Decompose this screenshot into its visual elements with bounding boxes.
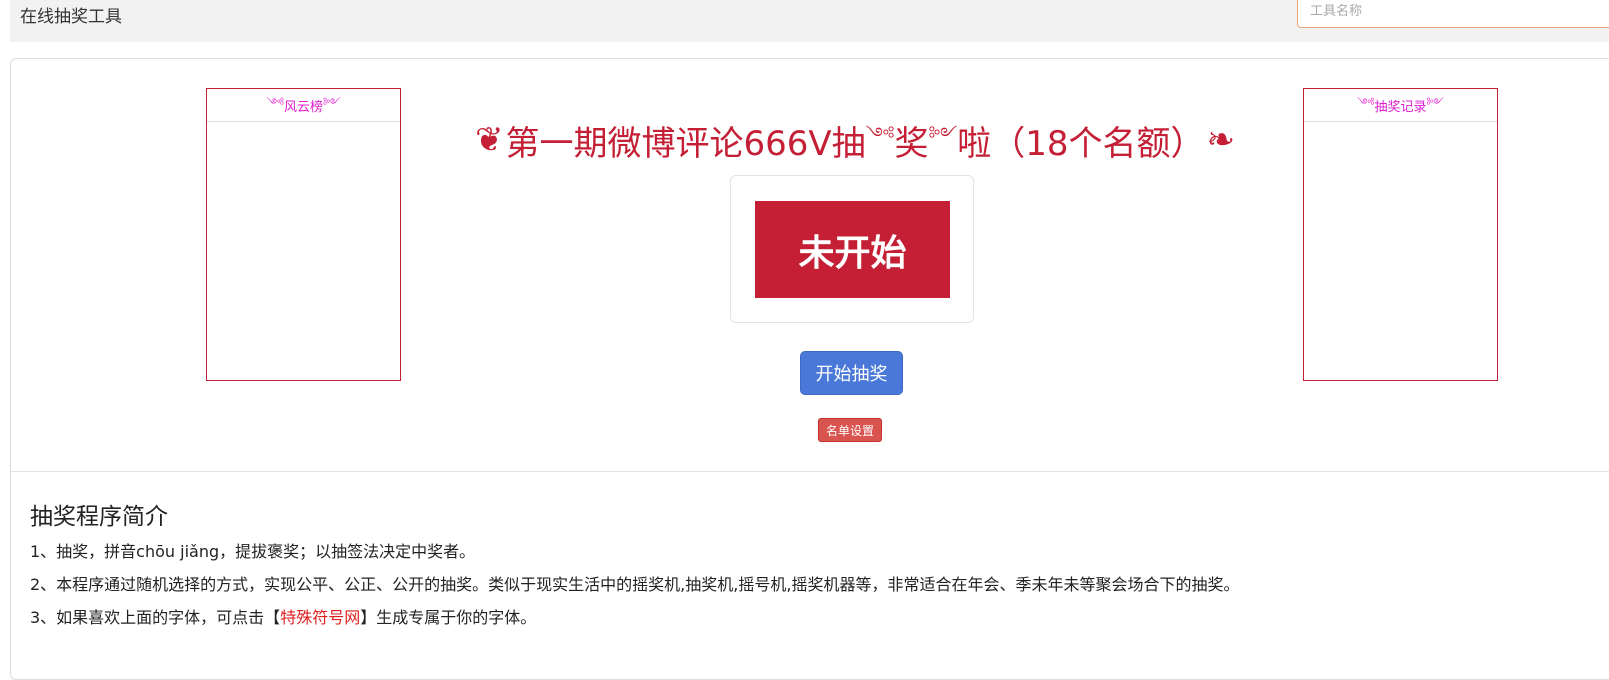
leaderboard-title: 风云榜 — [283, 99, 323, 115]
ornament-icon: ༺ — [266, 95, 284, 109]
leaderboard-panel: ༺ 风云榜 ༻ — [206, 88, 401, 381]
app-title: 在线抽奖工具 — [20, 7, 122, 27]
section-divider — [11, 471, 1609, 472]
lottery-title-part3: 啦（18个名额） — [957, 123, 1205, 164]
lottery-title-part1: 第一期微博评论666V抽 — [505, 123, 866, 164]
title-ornament-icon: ༻ — [928, 124, 958, 145]
intro-line-1: 1、抽奖，拼音chōu jiǎng，提拔褒奖；以抽签法决定中奖者。 — [30, 542, 476, 561]
intro-line-3-prefix: 3、如果喜欢上面的字体，可点击【 — [30, 608, 281, 627]
draw-status-panel: 未开始 — [730, 175, 974, 323]
start-draw-button[interactable]: 开始抽奖 — [800, 351, 903, 395]
ornament-icon: ༻ — [323, 95, 341, 109]
lottery-title: ❦ 第一期微博评论666V抽 ༺ 奖 ༻ 啦（18个名额） ❧ — [440, 104, 1270, 176]
lottery-title-part2: 奖 — [894, 123, 929, 164]
title-ornament-icon: ༺ — [865, 124, 895, 145]
list-settings-button[interactable]: 名单设置 — [818, 418, 882, 442]
records-title: 抽奖记录 — [1374, 99, 1427, 115]
intro-section: 抽奖程序简介 1、抽奖，拼音chōu jiǎng，提拔褒奖；以抽签法决定中奖者。… — [30, 497, 1590, 640]
top-bar: 在线抽奖工具 — [10, 0, 1609, 42]
draw-status-display: 未开始 — [755, 201, 950, 298]
leaderboard-header: ༺ 风云榜 ༻ — [207, 89, 400, 122]
tool-search-input[interactable] — [1297, 0, 1609, 28]
intro-line-3-suffix: 】生成专属于你的字体。 — [360, 608, 537, 627]
ornament-icon: ༺ — [1356, 95, 1375, 109]
records-panel: ༺ 抽奖记录 ༻ — [1303, 88, 1498, 381]
special-symbols-link[interactable]: 特殊符号网 — [280, 608, 360, 627]
intro-line-3: 3、如果喜欢上面的字体，可点击【特殊符号网】生成专属于你的字体。 — [30, 607, 1590, 628]
flourish-left-icon: ❦ — [474, 120, 504, 160]
ornament-icon: ༻ — [1426, 95, 1445, 109]
records-header: ༺ 抽奖记录 ༻ — [1304, 89, 1497, 122]
intro-line-2: 2、本程序通过随机选择的方式，实现公平、公正、公开的抽奖。类似于现实生活中的摇奖… — [30, 575, 1240, 594]
intro-heading: 抽奖程序简介 — [30, 504, 168, 530]
flourish-right-icon: ❧ — [1206, 120, 1236, 160]
